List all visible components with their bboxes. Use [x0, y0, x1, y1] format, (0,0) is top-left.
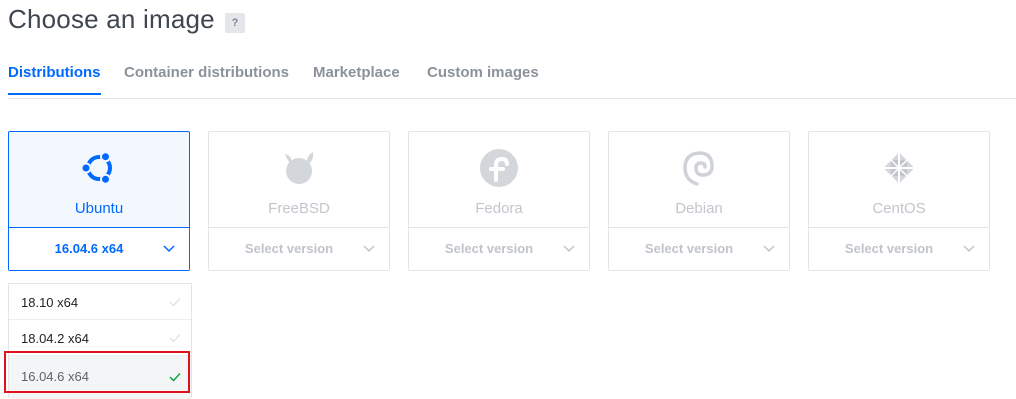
debian-logo-icon	[683, 151, 714, 186]
version-select-freebsd[interactable]: Select version	[209, 227, 389, 270]
ubuntu-version-dropdown: 18.10 x64 18.04.2 x64 16.04.6 x64	[8, 283, 192, 399]
fedora-logo-icon	[480, 149, 518, 187]
distro-card-ubuntu[interactable]: Ubuntu 16.04.6 x64	[8, 131, 190, 271]
version-option-label: 18.04.2 x64	[21, 331, 89, 346]
distro-name: FreeBSD	[268, 200, 330, 217]
version-option-label: 16.04.6 x64	[21, 369, 89, 384]
version-select-placeholder: Select version	[844, 241, 934, 256]
centos-logo-icon	[882, 151, 916, 185]
chevron-down-icon	[163, 245, 175, 253]
version-select-debian[interactable]: Select version	[609, 227, 789, 270]
version-select-fedora[interactable]: Select version	[409, 227, 589, 270]
tab-container-distributions[interactable]: Container distributions	[124, 64, 289, 93]
distro-name: Debian	[675, 200, 723, 217]
help-button[interactable]: ?	[225, 13, 245, 33]
check-icon	[169, 334, 181, 343]
distro-card-freebsd[interactable]: FreeBSD Select version	[208, 131, 390, 271]
chevron-down-icon	[563, 245, 575, 253]
version-select-centos[interactable]: Select version	[809, 227, 989, 270]
version-select-placeholder: Select version	[244, 241, 334, 256]
tab-marketplace[interactable]: Marketplace	[313, 64, 400, 93]
distro-card-centos[interactable]: CentOS Select version	[808, 131, 990, 271]
chevron-down-icon	[963, 245, 975, 253]
version-option-18-04-2[interactable]: 18.04.2 x64	[9, 320, 191, 356]
distro-name: CentOS	[872, 200, 926, 217]
chevron-down-icon	[363, 245, 375, 253]
chevron-down-icon	[763, 245, 775, 253]
image-tabs: Distributions Container distributions Ma…	[8, 62, 1016, 99]
version-select-placeholder: Select version	[644, 241, 734, 256]
distro-name: Fedora	[475, 200, 523, 217]
version-option-label: 18.10 x64	[21, 295, 79, 310]
page-title: Choose an image	[8, 4, 215, 34]
version-option-16-04-6[interactable]: 16.04.6 x64	[9, 356, 191, 399]
distro-card-debian[interactable]: Debian Select version	[608, 131, 790, 271]
tab-custom-images[interactable]: Custom images	[427, 64, 539, 93]
version-select-ubuntu[interactable]: 16.04.6 x64	[9, 227, 189, 270]
ubuntu-logo-icon	[80, 151, 112, 185]
check-icon	[169, 372, 181, 382]
version-select-value: 16.04.6 x64	[54, 241, 124, 256]
version-option-18-10[interactable]: 18.10 x64	[9, 284, 191, 320]
distro-card-fedora[interactable]: Fedora Select version	[408, 131, 590, 271]
distro-name: Ubuntu	[74, 200, 124, 217]
version-select-placeholder: Select version	[444, 241, 534, 256]
check-icon	[169, 298, 181, 307]
freebsd-logo-icon	[285, 152, 314, 184]
tab-distributions[interactable]: Distributions	[8, 64, 101, 95]
